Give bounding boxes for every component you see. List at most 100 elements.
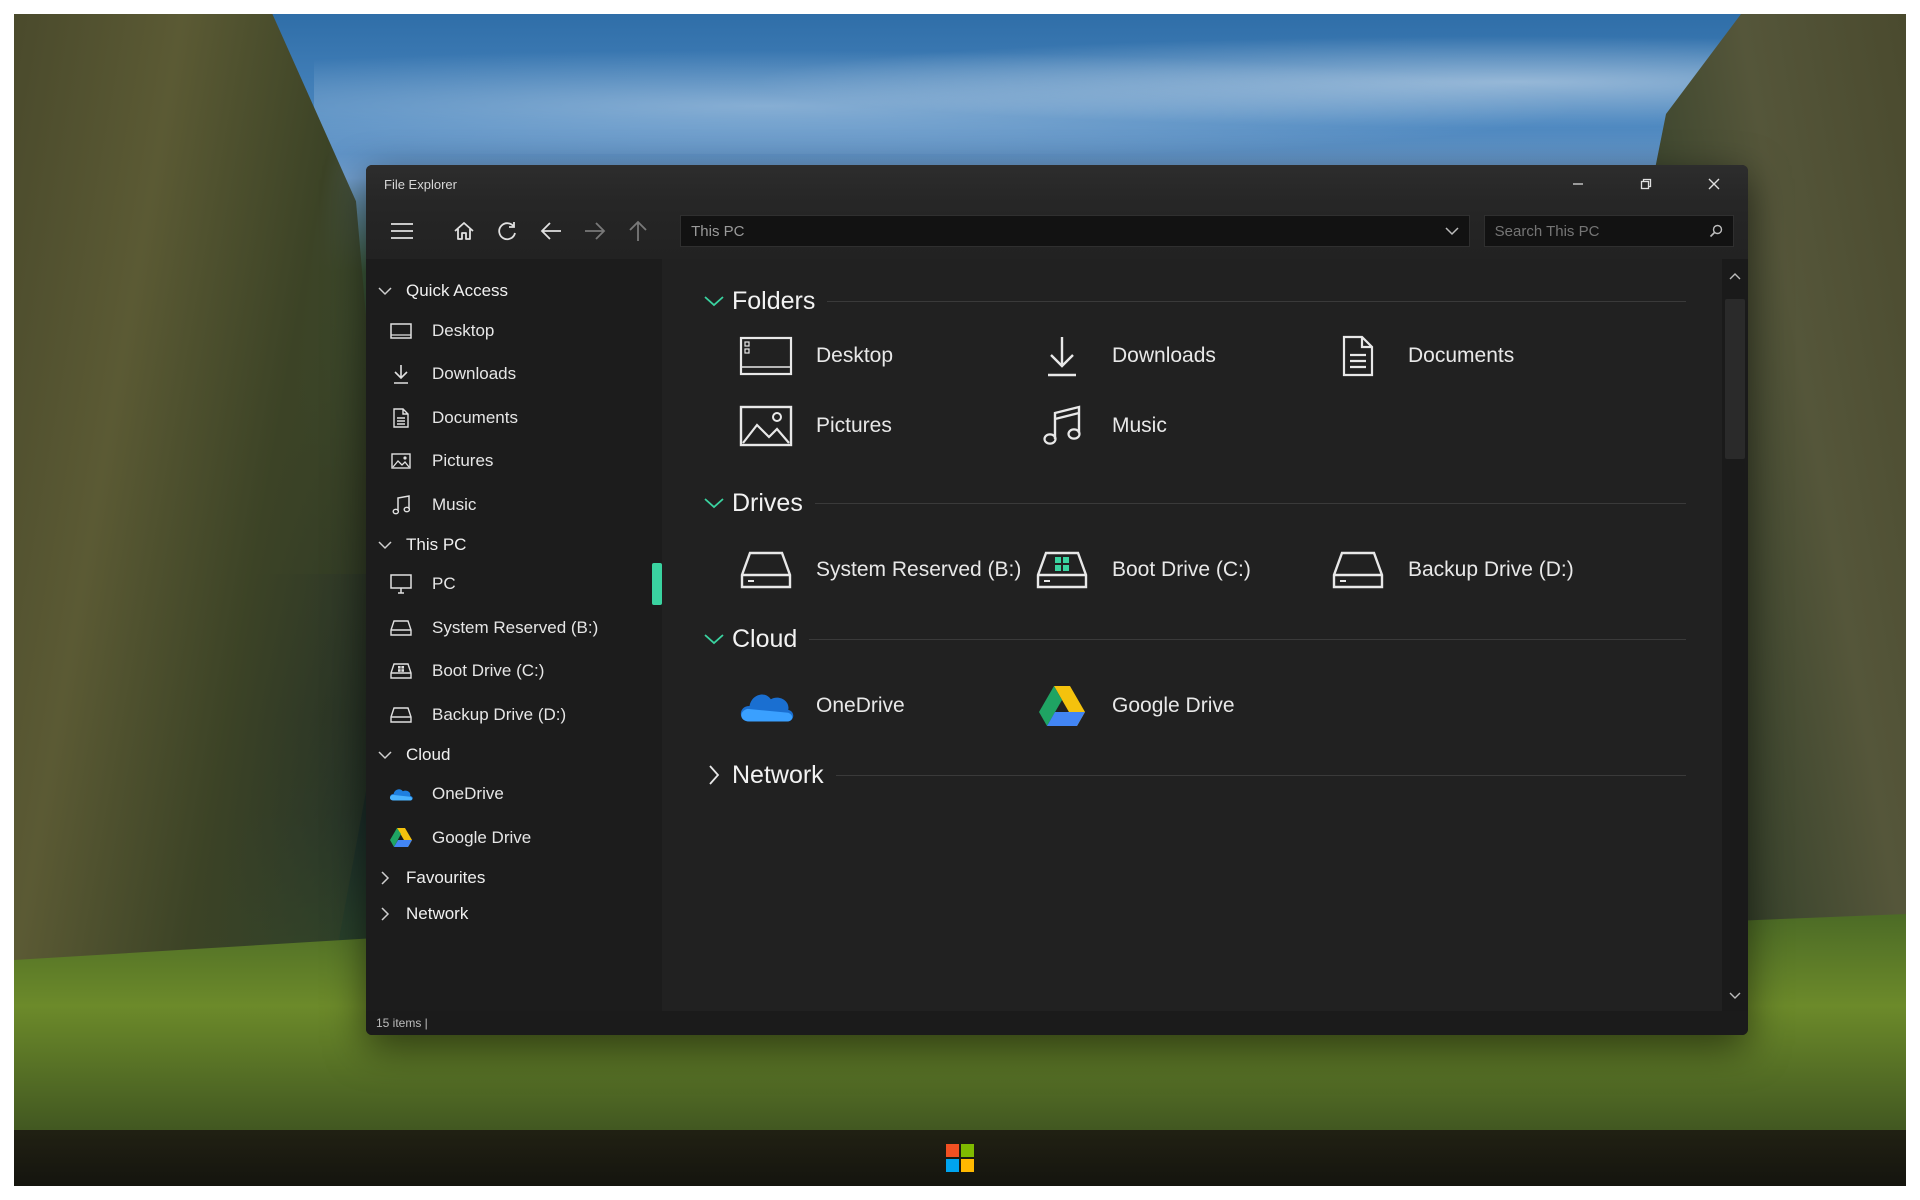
address-bar[interactable]: This PC <box>680 215 1470 247</box>
tile-label: System Reserved (B:) <box>816 558 1022 581</box>
sidebar-group-cloud[interactable]: Cloud <box>366 737 662 773</box>
home-icon <box>453 222 474 240</box>
drive-boot[interactable]: Boot Drive (C:) <box>1032 535 1328 605</box>
section-folders[interactable]: Folders <box>702 281 1722 321</box>
cloud-onedrive[interactable]: OneDrive <box>736 671 1032 741</box>
minimize-button[interactable] <box>1544 165 1612 203</box>
section-drives[interactable]: Drives <box>702 483 1722 523</box>
start-button[interactable] <box>940 1138 980 1178</box>
sidebar-item-backup-drive[interactable]: Backup Drive (D:) <box>366 693 662 737</box>
tile-label: Downloads <box>1112 344 1216 367</box>
windows-drive-icon <box>390 663 412 679</box>
toolbar: This PC <box>366 203 1748 259</box>
section-label: Cloud <box>732 624 798 653</box>
status-bar: 15 items | <box>366 1011 1748 1035</box>
scroll-up-button[interactable] <box>1726 267 1744 285</box>
windows-drive-icon <box>1036 551 1088 589</box>
drive-icon <box>740 551 792 589</box>
up-button[interactable] <box>616 211 660 251</box>
search-input[interactable] <box>1494 222 1709 240</box>
section-divider <box>835 774 1686 776</box>
sidebar-item-label: Documents <box>432 407 518 427</box>
forward-button[interactable] <box>573 211 617 251</box>
sidebar-item-label: System Reserved (B:) <box>432 617 599 637</box>
cloud-google-drive[interactable]: Google Drive <box>1032 671 1328 741</box>
sidebar-item-label: Backup Drive (D:) <box>432 704 567 724</box>
sidebar-group-label: This PC <box>406 534 467 554</box>
sidebar-item-label: PC <box>432 574 456 594</box>
sidebar-item-music[interactable]: Music <box>366 483 662 527</box>
chevron-right-icon <box>381 870 390 885</box>
chevron-down-icon <box>704 498 724 509</box>
address-value: This PC <box>691 222 745 240</box>
hamburger-icon <box>390 223 413 239</box>
section-network[interactable]: Network <box>702 755 1722 795</box>
sidebar-group-favourites[interactable]: Favourites <box>366 860 662 896</box>
drive-icon <box>390 620 412 636</box>
folders-grid: Desktop Downloads Documents Pictures Mus… <box>702 321 1722 461</box>
title-bar[interactable]: File Explorer <box>366 165 1748 203</box>
tile-label: OneDrive <box>816 694 905 717</box>
tile-label: Backup Drive (D:) <box>1408 558 1574 581</box>
sidebar-item-label: Music <box>432 494 477 514</box>
drive-backup[interactable]: Backup Drive (D:) <box>1328 535 1624 605</box>
folder-downloads[interactable]: Downloads <box>1032 321 1328 391</box>
folder-music[interactable]: Music <box>1032 391 1328 461</box>
refresh-icon <box>498 222 517 241</box>
navigation-pane: Quick Access Desktop Downloads Documents… <box>366 259 662 1011</box>
folder-desktop[interactable]: Desktop <box>736 321 1032 391</box>
chevron-down-icon <box>1729 992 1741 999</box>
wallpaper-clouds <box>314 34 1814 154</box>
sidebar-item-label: Pictures <box>432 451 494 471</box>
sidebar-item-onedrive[interactable]: OneDrive <box>366 773 662 817</box>
chevron-down-icon <box>378 750 392 759</box>
folder-pictures[interactable]: Pictures <box>736 391 1032 461</box>
section-cloud[interactable]: Cloud <box>702 619 1722 659</box>
desktop-icon <box>739 336 793 376</box>
section-label: Network <box>732 760 824 789</box>
folder-documents[interactable]: Documents <box>1328 321 1624 391</box>
refresh-button[interactable] <box>485 211 529 251</box>
sidebar-item-boot-drive[interactable]: Boot Drive (C:) <box>366 650 662 694</box>
close-button[interactable] <box>1680 165 1748 203</box>
restore-icon <box>1640 178 1652 190</box>
home-button[interactable] <box>442 211 486 251</box>
sidebar-item-desktop[interactable]: Desktop <box>366 309 662 353</box>
sidebar-item-pc[interactable]: PC <box>366 563 662 607</box>
chevron-down-icon[interactable] <box>1445 226 1459 236</box>
tile-label: Music <box>1112 414 1167 437</box>
tile-label: Documents <box>1408 344 1515 367</box>
sidebar-item-label: OneDrive <box>432 784 504 804</box>
scroll-down-button[interactable] <box>1726 987 1744 1005</box>
menu-button[interactable] <box>380 211 424 251</box>
back-button[interactable] <box>529 211 573 251</box>
sidebar-group-this-pc[interactable]: This PC <box>366 527 662 563</box>
vertical-scrollbar[interactable] <box>1722 259 1748 1011</box>
close-icon <box>1708 178 1720 190</box>
arrow-up-icon <box>629 220 647 241</box>
picture-icon <box>391 453 411 469</box>
section-divider <box>827 300 1686 302</box>
sidebar-item-pictures[interactable]: Pictures <box>366 440 662 484</box>
sidebar-group-quick-access[interactable]: Quick Access <box>366 273 662 309</box>
sidebar-item-label: Google Drive <box>432 827 532 847</box>
section-label: Drives <box>732 488 803 517</box>
sidebar-group-network[interactable]: Network <box>366 896 662 932</box>
sidebar-item-downloads[interactable]: Downloads <box>366 353 662 397</box>
drive-system-reserved[interactable]: System Reserved (B:) <box>736 535 1032 605</box>
scroll-thumb[interactable] <box>1725 299 1745 459</box>
chevron-down-icon <box>378 540 392 549</box>
restore-button[interactable] <box>1612 165 1680 203</box>
music-icon <box>1043 405 1081 445</box>
sidebar-item-google-drive[interactable]: Google Drive <box>366 816 662 860</box>
sidebar-item-system-reserved[interactable]: System Reserved (B:) <box>366 606 662 650</box>
search-box[interactable] <box>1483 215 1734 247</box>
content-pane: Folders Desktop Downloads Documents Pict… <box>662 259 1722 1011</box>
taskbar <box>14 1130 1906 1186</box>
search-icon[interactable] <box>1709 224 1723 238</box>
sidebar-item-documents[interactable]: Documents <box>366 396 662 440</box>
minimize-icon <box>1573 183 1583 185</box>
wallpaper-cliff-left <box>14 14 394 1054</box>
desktop-icon <box>390 323 412 339</box>
sidebar-group-label: Quick Access <box>406 281 509 300</box>
